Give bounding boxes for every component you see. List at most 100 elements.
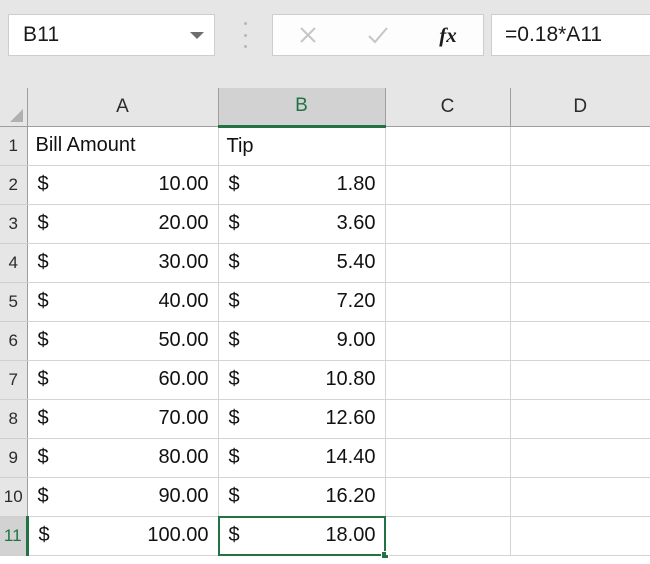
row-header-2[interactable]: 2: [0, 165, 28, 205]
cell-b5[interactable]: $ 7.20: [218, 282, 386, 322]
formula-bar-strip: B11 fx =0.18*A11: [0, 0, 650, 88]
cell-b8[interactable]: $ 12.60: [218, 399, 386, 439]
cell-d5[interactable]: [510, 282, 650, 322]
cell-a10-currency: $: [37, 485, 49, 507]
row-header-11[interactable]: 11: [0, 516, 29, 556]
cell-c7[interactable]: [385, 360, 511, 400]
fx-icon[interactable]: fx: [413, 15, 483, 55]
cell-d3[interactable]: [510, 204, 650, 244]
cell-b11-selected[interactable]: $ 18.00: [217, 515, 389, 559]
cell-d2[interactable]: [510, 165, 650, 205]
row-header-10[interactable]: 10: [0, 477, 28, 517]
formula-input[interactable]: =0.18*A11: [491, 14, 650, 56]
insert-function-label: fx: [439, 22, 457, 47]
cell-b3[interactable]: $ 3.60: [218, 204, 386, 244]
table-row: 6 $ 50.00 $ 9.00: [0, 321, 650, 361]
cell-b9[interactable]: $ 14.40: [218, 438, 386, 478]
cell-a5-value: 40.00: [158, 290, 209, 312]
name-box-value: B11: [23, 23, 60, 46]
select-all-glyph: [9, 108, 23, 122]
row-header-4[interactable]: 4: [0, 243, 28, 283]
cell-c3[interactable]: [385, 204, 511, 244]
cell-d8[interactable]: [510, 399, 650, 439]
table-row: 8 $ 70.00 $ 12.60: [0, 399, 650, 439]
cell-c4[interactable]: [385, 243, 511, 283]
cell-a10-value: 90.00: [158, 485, 209, 507]
cell-b6[interactable]: $ 9.00: [218, 321, 386, 361]
cell-c6[interactable]: [385, 321, 511, 361]
cell-a6-value: 50.00: [158, 329, 209, 351]
cell-b2-value: 1.80: [336, 173, 376, 195]
column-header-b[interactable]: B: [218, 88, 386, 128]
cell-d11[interactable]: [510, 516, 650, 556]
table-row: 2 $ 10.00 $ 1.80: [0, 165, 650, 205]
cell-a4[interactable]: $ 30.00: [27, 243, 219, 283]
checkmark-icon[interactable]: [343, 15, 413, 55]
cancel-x-icon[interactable]: [273, 15, 343, 55]
cell-b4[interactable]: $ 5.40: [218, 243, 386, 283]
cell-b1[interactable]: Tip: [218, 126, 386, 166]
row-header-7[interactable]: 7: [0, 360, 28, 400]
cell-b10[interactable]: $ 16.20: [218, 477, 386, 517]
row-header-8[interactable]: 8: [0, 399, 28, 439]
cell-b2-currency: $: [228, 173, 240, 195]
grid-body: 1 Bill Amount Tip 2 $ 10.00 $ 1.80 3 $ 2…: [0, 126, 650, 559]
cell-b10-currency: $: [228, 485, 240, 507]
cell-c10[interactable]: [385, 477, 511, 517]
cell-d9[interactable]: [510, 438, 650, 478]
cell-c8[interactable]: [385, 399, 511, 439]
cell-a7-value: 60.00: [158, 368, 209, 390]
cell-d6[interactable]: [510, 321, 650, 361]
cell-d10[interactable]: [510, 477, 650, 517]
cell-a2[interactable]: $ 10.00: [27, 165, 219, 205]
cell-b7[interactable]: $ 10.80: [218, 360, 386, 400]
cell-a5-currency: $: [37, 290, 49, 312]
cell-a6-currency: $: [37, 329, 49, 351]
cell-a9-value: 80.00: [158, 446, 209, 468]
cell-a9[interactable]: $ 80.00: [27, 438, 219, 478]
name-box[interactable]: B11: [8, 14, 215, 56]
row-header-6[interactable]: 6: [0, 321, 28, 361]
cell-b7-currency: $: [228, 368, 240, 390]
table-row: 11 $ 100.00 $ 18.00: [0, 515, 650, 559]
chevron-down-icon[interactable]: [180, 31, 214, 39]
cell-b6-value: 9.00: [336, 329, 376, 351]
cell-d7[interactable]: [510, 360, 650, 400]
cell-a9-currency: $: [37, 446, 49, 468]
cell-c9[interactable]: [385, 438, 511, 478]
row-header-3[interactable]: 3: [0, 204, 28, 244]
cell-a7[interactable]: $ 60.00: [27, 360, 219, 400]
table-row: 4 $ 30.00 $ 5.40: [0, 243, 650, 283]
cell-b2[interactable]: $ 1.80: [218, 165, 386, 205]
column-header-d[interactable]: D: [510, 88, 650, 127]
table-row: 1 Bill Amount Tip: [0, 126, 650, 166]
cell-a6[interactable]: $ 50.00: [27, 321, 219, 361]
select-all-triangle-icon[interactable]: [0, 88, 28, 127]
row-header-5[interactable]: 5: [0, 282, 28, 322]
cell-a1[interactable]: Bill Amount: [27, 126, 219, 166]
cell-a3[interactable]: $ 20.00: [27, 204, 219, 244]
cell-b4-currency: $: [228, 251, 240, 273]
cell-d1[interactable]: [510, 126, 650, 166]
cell-a11[interactable]: $ 100.00: [27, 516, 219, 556]
column-header-c[interactable]: C: [385, 88, 511, 127]
row-header-9[interactable]: 9: [0, 438, 28, 478]
column-header-row: A B C D: [0, 88, 650, 128]
cell-c11[interactable]: [385, 516, 511, 556]
cell-a11-currency: $: [38, 524, 50, 546]
column-header-a[interactable]: A: [27, 88, 219, 127]
cell-b5-currency: $: [228, 290, 240, 312]
vertical-dots-grip-icon[interactable]: [243, 22, 247, 48]
cell-a10[interactable]: $ 90.00: [27, 477, 219, 517]
cell-d4[interactable]: [510, 243, 650, 283]
cell-c2[interactable]: [385, 165, 511, 205]
cell-a1-text: Bill Amount: [35, 134, 136, 156]
cell-a5[interactable]: $ 40.00: [27, 282, 219, 322]
cell-a2-value: 10.00: [158, 173, 209, 195]
row-header-1[interactable]: 1: [0, 126, 28, 166]
cell-a8[interactable]: $ 70.00: [27, 399, 219, 439]
cell-c5[interactable]: [385, 282, 511, 322]
table-row: 3 $ 20.00 $ 3.60: [0, 204, 650, 244]
cell-c1[interactable]: [385, 126, 511, 166]
cell-a3-value: 20.00: [158, 212, 209, 234]
